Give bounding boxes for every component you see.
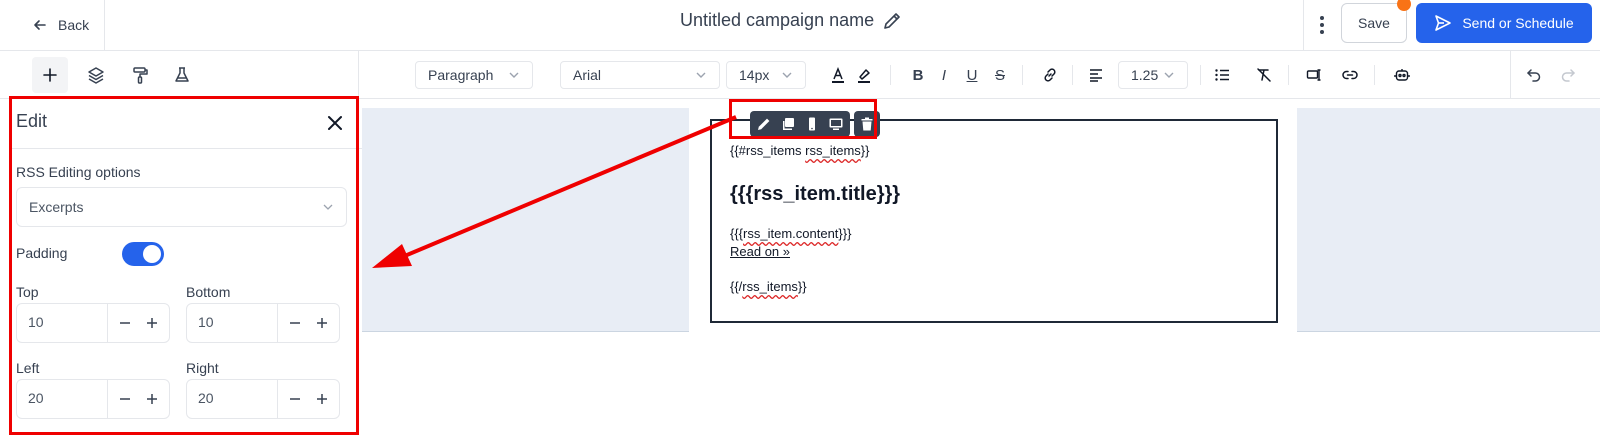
chevron-down-icon [696,72,706,78]
back-label: Back [58,17,90,33]
link-icon[interactable] [1038,63,1062,87]
italic-icon[interactable]: I [932,63,956,87]
rss-item-title[interactable]: {{{rss_item.title}}} [730,183,900,206]
font-family-select[interactable]: Arial [560,61,720,89]
email-editor: Back Untitled campaign name Save Send or… [0,0,1600,445]
arrow-left-icon [34,20,46,30]
send-or-schedule-button[interactable]: Send or Schedule [1416,3,1592,43]
rss-item-content: {{{rss_item.content}}} [730,226,852,241]
send-icon [1435,15,1452,31]
divider [1510,51,1511,99]
send-label: Send or Schedule [1462,15,1574,31]
more-options-icon[interactable] [1312,12,1332,38]
save-button[interactable]: Save [1341,3,1407,43]
line-height-select[interactable]: 1.25 [1118,61,1188,89]
campaign-title[interactable]: Untitled campaign name [680,10,902,31]
underline-icon[interactable]: U [960,63,984,87]
top-bar: Back Untitled campaign name Save Send or… [0,0,1600,51]
bullet-list-icon[interactable] [1210,63,1234,87]
divider [358,51,359,99]
strikethrough-icon[interactable]: S [988,63,1012,87]
align-left-icon[interactable] [1084,63,1108,87]
undo-icon[interactable] [1522,63,1546,87]
paint-roller-icon[interactable] [122,57,158,93]
plus-icon[interactable] [32,57,68,93]
line-height-value: 1.25 [1131,67,1159,83]
notification-dot [1397,0,1411,11]
rss-block[interactable]: {{#rss_items rss_items}} {{{rss_item.tit… [710,119,1278,323]
annotation-highlight-box [729,99,877,139]
block-style-value: Paragraph [428,67,494,83]
flask-icon[interactable] [164,57,200,93]
redo-icon[interactable] [1556,63,1580,87]
text-color-icon[interactable] [826,63,850,87]
back-button[interactable]: Back [20,8,101,42]
chevron-down-icon [509,72,519,78]
merge-link-icon[interactable] [1338,63,1362,87]
editor-toolbar: Paragraph Arial 14px B I U S 1.25 [0,51,1600,99]
chevron-down-icon [782,72,792,78]
divider [1374,65,1375,85]
read-on-link[interactable]: Read on » [730,244,790,259]
divider [1303,0,1304,50]
layers-icon[interactable] [78,57,114,93]
bold-icon[interactable]: B [906,63,930,87]
font-size-select[interactable]: 14px [726,61,806,89]
rss-items-open-tag: {{#rss_items rss_items}} [730,143,870,158]
campaign-title-text: Untitled campaign name [680,10,875,30]
ai-assistant-icon[interactable] [1390,63,1414,87]
block-style-select[interactable]: Paragraph [415,61,533,89]
font-size-value: 14px [739,67,770,83]
font-family-value: Arial [573,67,602,83]
clear-format-icon[interactable] [1252,63,1276,87]
button-block-icon[interactable] [1302,63,1326,87]
divider [1022,65,1023,85]
divider [1200,65,1201,85]
annotation-panel-box [9,96,359,435]
divider [890,65,891,85]
pencil-icon[interactable] [882,11,902,31]
divider [1072,65,1073,85]
highlight-icon[interactable] [852,63,876,87]
rss-items-close-tag: {{/rss_items}} [730,279,807,294]
divider [104,0,105,50]
divider [1288,65,1289,85]
chevron-down-icon [1164,72,1174,78]
